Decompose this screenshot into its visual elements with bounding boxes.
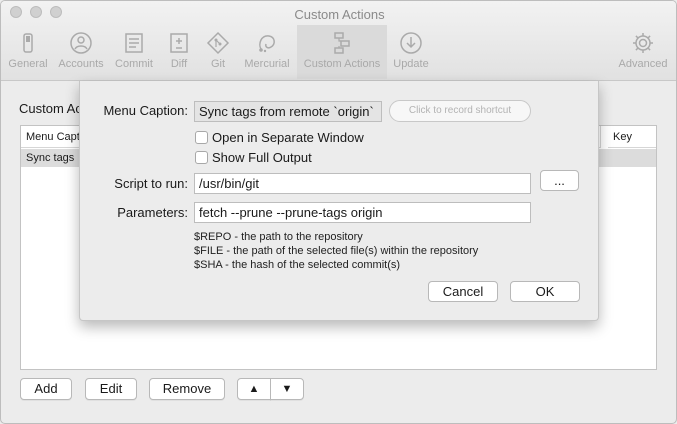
- checkbox-box[interactable]: [195, 131, 208, 144]
- move-down-button[interactable]: ▼: [270, 378, 304, 400]
- person-icon: [70, 32, 92, 54]
- tab-advanced[interactable]: Advanced: [615, 25, 671, 79]
- tab-git[interactable]: Git: [202, 25, 234, 79]
- show-full-output-checkbox[interactable]: Show Full Output: [195, 150, 312, 165]
- ok-button[interactable]: OK: [510, 281, 580, 302]
- remove-button[interactable]: Remove: [149, 378, 225, 400]
- add-button[interactable]: Add: [20, 378, 72, 400]
- help-repo: $REPO - the path to the repository: [194, 231, 363, 243]
- help-file: $FILE - the path of the selected file(s)…: [194, 245, 479, 257]
- move-up-button[interactable]: ▲: [237, 378, 271, 400]
- script-path-input[interactable]: /usr/bin/git: [194, 173, 531, 194]
- tab-diff[interactable]: Diff: [161, 25, 197, 79]
- browse-button[interactable]: ...: [540, 170, 579, 191]
- diff-icon: [170, 33, 188, 53]
- tab-custom-actions[interactable]: Custom Actions: [297, 25, 387, 79]
- open-separate-window-checkbox[interactable]: Open in Separate Window: [195, 130, 364, 145]
- edit-action-sheet: Menu Caption: Sync tags from remote `ori…: [79, 81, 599, 321]
- edit-button[interactable]: Edit: [85, 378, 137, 400]
- menu-caption-label: Menu Caption:: [103, 103, 188, 118]
- checkbox-box[interactable]: [195, 151, 208, 164]
- script-to-run-label: Script to run:: [114, 176, 188, 191]
- flowchart-icon: [334, 32, 350, 54]
- tab-update[interactable]: Update: [389, 25, 433, 79]
- parameters-input[interactable]: fetch --prune --prune-tags origin: [194, 202, 531, 223]
- tab-commit[interactable]: Commit: [112, 25, 156, 79]
- switch-icon: [23, 33, 33, 53]
- preferences-window: Custom Actions General Accounts Commit D…: [0, 0, 677, 424]
- mercurial-icon: [259, 35, 275, 53]
- tab-mercurial[interactable]: Mercurial: [239, 25, 295, 79]
- gear-icon: [633, 33, 653, 53]
- git-diamond-icon: [206, 31, 230, 55]
- download-icon: [400, 32, 422, 54]
- document-icon: [125, 33, 143, 53]
- window-title: Custom Actions: [294, 7, 385, 22]
- tab-general[interactable]: General: [6, 25, 50, 79]
- record-shortcut-button[interactable]: Click to record shortcut: [389, 100, 531, 122]
- section-heading: Custom Ac: [19, 101, 82, 116]
- cancel-button[interactable]: Cancel: [428, 281, 498, 302]
- parameters-label: Parameters:: [117, 205, 188, 220]
- toolbar: Custom Actions General Accounts Commit D…: [1, 1, 676, 81]
- tab-accounts[interactable]: Accounts: [55, 25, 107, 79]
- help-sha: $SHA - the hash of the selected commit(s…: [194, 259, 401, 271]
- column-header-key[interactable]: Key: [608, 126, 656, 148]
- menu-caption-input[interactable]: Sync tags from remote `origin`: [194, 101, 382, 122]
